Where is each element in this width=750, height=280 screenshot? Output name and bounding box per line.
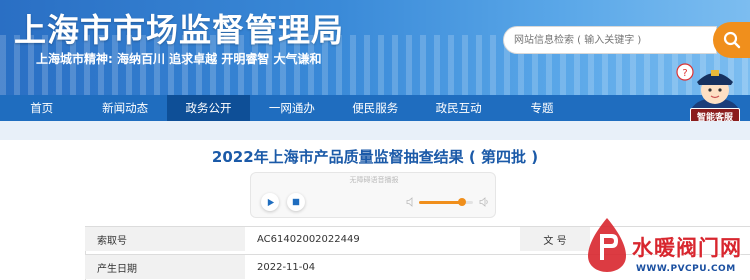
audio-player: 无障碍语音播报 (250, 172, 496, 218)
volume-high-icon (479, 197, 488, 207)
volume-fill (419, 201, 463, 204)
city-spirit-slogan: 上海城市精神: 海纳百川 追求卓越 开明睿智 大气谦和 (36, 52, 322, 66)
index-number-value: AC61402002022449 (257, 233, 360, 245)
sub-header-band (0, 121, 750, 140)
nav-item-convenience-service[interactable]: 便民服务 (334, 95, 417, 121)
nav-item-one-stop-service[interactable]: 一网通办 (250, 95, 333, 121)
site-title[interactable]: 上海市市场监督管理局 (14, 5, 344, 51)
nav-item-news[interactable]: 新闻动态 (83, 95, 166, 121)
page: 上海市市场监督管理局 上海城市精神: 海纳百川 追求卓越 开明睿智 大气谦和 首… (0, 0, 750, 280)
play-button[interactable] (261, 193, 279, 211)
search-icon (723, 31, 740, 49)
created-date-value: 2022-11-04 (257, 261, 316, 273)
nav-item-topics[interactable]: 专题 (500, 95, 583, 121)
search-box (503, 26, 717, 54)
watermark-url: WWW.PVCPU.COM (636, 264, 736, 274)
created-date-label: 产生日期 (85, 255, 245, 279)
search-button[interactable] (713, 22, 750, 58)
site-header: 上海市市场监督管理局 上海城市精神: 海纳百川 追求卓越 开明睿智 大气谦和 (0, 0, 750, 95)
document-number-label: 文 号 (520, 227, 590, 251)
nav-item-home[interactable]: 首页 (0, 95, 83, 121)
article-title: 2022年上海市产品质量监督抽查结果 ( 第四批 ) (211, 148, 539, 166)
watermark-text: 水暖阀门网 (632, 236, 742, 260)
player-hint: 无障碍语音播报 (349, 176, 399, 184)
index-number-label: 索取号 (85, 227, 245, 251)
nav-item-interaction[interactable]: 政民互动 (417, 95, 500, 121)
nav-item-government-affairs[interactable]: 政务公开 (166, 95, 251, 121)
stop-button[interactable] (287, 193, 305, 211)
volume-low-icon (406, 197, 413, 207)
watermark-logo-icon (588, 218, 626, 272)
play-icon (267, 198, 274, 206)
main-nav: 首页 新闻动态 政务公开 一网通办 便民服务 政民互动 专题 (0, 95, 750, 121)
volume-knob[interactable] (458, 198, 467, 206)
volume-slider[interactable] (419, 198, 473, 206)
svg-text:?: ? (682, 68, 687, 79)
search-input[interactable] (504, 27, 716, 53)
stop-icon (292, 198, 300, 206)
